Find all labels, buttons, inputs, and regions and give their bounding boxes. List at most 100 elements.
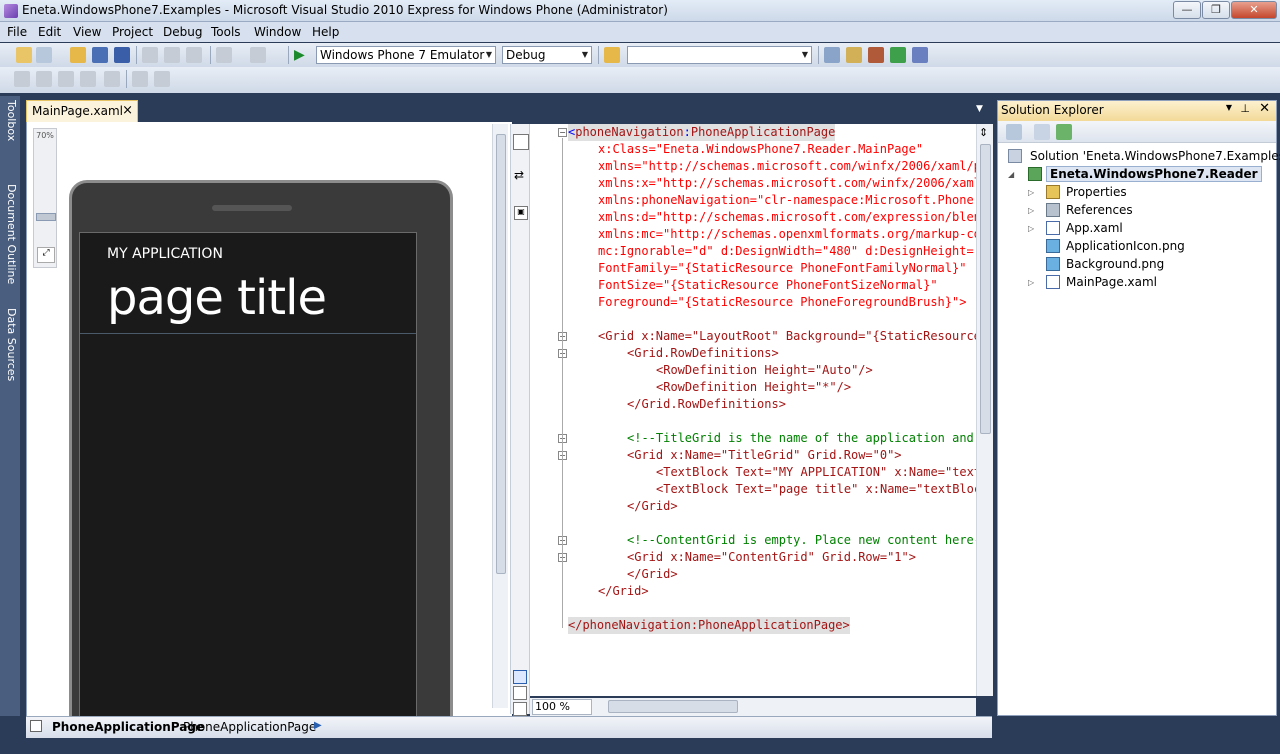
tree-project[interactable]: ◢ Eneta.WindowsPhone7.Reader [1008,165,1262,183]
editor-zoom-combo[interactable]: 100 % [532,699,592,715]
quick-info-icon[interactable] [58,71,74,87]
split-view-bar: ⇄ ▣ [510,124,530,716]
tree-item-references[interactable]: ▷ References [1028,201,1133,219]
chevron-down-icon[interactable]: ▼ [1226,103,1232,112]
vertical-split-icon[interactable] [513,670,527,684]
horizontal-scroll-thumb[interactable] [608,700,738,713]
page-title-text[interactable]: page title [107,270,327,326]
close-icon[interactable]: ✕ [1259,101,1270,116]
document-icon [30,720,42,732]
find-in-files-icon[interactable] [604,47,620,63]
menu-edit[interactable]: Edit [38,25,61,39]
chevron-right-icon[interactable]: ▶ [314,720,322,731]
menu-view[interactable]: View [73,25,101,39]
tree-item-mainpage[interactable]: ▷ MainPage.xaml [1028,273,1157,291]
maximize-button[interactable]: ❐ [1202,1,1230,19]
copy-icon[interactable] [164,47,180,63]
expand-icon[interactable]: ▷ [1028,274,1034,292]
expand-icon[interactable]: ▷ [1028,202,1034,220]
properties-icon[interactable] [846,47,862,63]
pin-icon[interactable]: ⊥ [1240,102,1250,115]
close-icon[interactable]: × [122,103,133,118]
code-line: <!--ContentGrid is empty. Place new cont… [627,533,976,547]
menu-help[interactable]: Help [312,25,339,39]
tree-item-background[interactable]: Background.png [1028,255,1164,273]
editor-vertical-scrollbar[interactable]: ⇕ [976,124,993,696]
expand-icon[interactable]: ▷ [1028,184,1034,202]
menu-project[interactable]: Project [112,25,153,39]
chevron-down-icon[interactable]: ▼ [976,104,983,114]
code-line: <Grid x:Name="LayoutRoot" Background="{S… [598,329,976,343]
properties-icon[interactable] [1006,124,1022,140]
cut-icon[interactable] [142,47,158,63]
new-project-icon[interactable] [16,47,32,63]
zoom-slider[interactable]: 70% ⤢ [33,128,57,268]
parameter-info-icon[interactable] [36,71,52,87]
tree-solution[interactable]: Solution 'Eneta.WindowsPhone7.Examples' … [1008,147,1280,165]
toolbox-icon[interactable] [868,47,884,63]
refresh-icon[interactable] [1056,124,1072,140]
redo-icon[interactable] [250,47,266,63]
code-line: mc:Ignorable="d" d:DesignWidth="480" d:D… [598,244,974,258]
add-item-icon[interactable] [36,47,52,63]
menu-tools[interactable]: Tools [211,25,241,39]
start-page-icon[interactable] [890,47,906,63]
minimize-button[interactable]: — [1173,1,1201,19]
design-surface[interactable]: 70% ⤢ MY APPLICATION page title [26,122,512,740]
solution-explorer-icon[interactable] [824,47,840,63]
tab-toolbox[interactable]: Toolbox [2,100,18,141]
complete-word-icon[interactable] [80,71,96,87]
tab-mainpage-xaml[interactable]: MainPage.xaml × [26,100,138,122]
title-bar: Eneta.WindowsPhone7.Examples - Microsoft… [0,0,1280,22]
tab-document-outline[interactable]: Document Outline [2,184,18,284]
collapse-icon[interactable]: ◢ [1008,166,1014,184]
phone-speaker [212,205,292,211]
tree-item-properties[interactable]: ▷ Properties [1028,183,1127,201]
uncomment-icon[interactable] [154,71,170,87]
configuration-combo[interactable]: Debug ▼ [502,46,592,64]
close-button[interactable]: ✕ [1231,1,1277,19]
indent-icon[interactable] [104,71,120,87]
comment-icon[interactable] [132,71,148,87]
swap-panes-icon[interactable]: ⇄ [514,168,524,182]
find-combo[interactable]: ▼ [627,46,812,64]
open-folder-icon[interactable] [70,47,86,63]
xaml-file-icon [1046,221,1060,235]
solution-explorer-header: Solution Explorer ▼ ⊥ ✕ [998,101,1276,121]
code-line: <Grid x:Name="TitleGrid" Grid.Row="0"> [627,448,902,462]
zoom-thumb[interactable] [36,213,56,221]
fit-icon[interactable]: ⤢ [37,247,55,263]
xaml-editor[interactable]: − − − − − − − <phoneNavigation:PhoneAppl… [530,124,976,696]
csharp-project-icon [1028,167,1042,181]
split-icon[interactable]: ⇕ [979,126,988,139]
app-name-text[interactable]: MY APPLICATION [107,246,223,262]
horizontal-split-icon[interactable] [513,686,527,700]
save-all-icon[interactable] [114,47,130,63]
breadcrumb-type: PhoneApplicationPage [183,720,317,734]
menu-debug[interactable]: Debug [163,25,202,39]
target-device-combo[interactable]: Windows Phone 7 Emulator ▼ [316,46,496,64]
extension-icon[interactable] [912,47,928,63]
design-view-icon[interactable] [513,134,529,150]
code-line: x:Class="Eneta.WindowsPhone7.Reader.Main… [598,142,924,156]
code-line: <TextBlock Text="page title" x:Name="tex… [656,482,976,496]
breadcrumb-current[interactable]: PhoneApplicationPage [52,720,204,734]
save-icon[interactable] [92,47,108,63]
undo-icon[interactable] [216,47,232,63]
paste-icon[interactable] [186,47,202,63]
start-debug-icon[interactable]: ▶ [294,47,310,63]
collapse-pane-icon[interactable]: ▣ [514,206,528,220]
code-line: xmlns:x="http://schemas.microsoft.com/wi… [598,176,976,190]
editor-horizontal-bar: 100 % [530,698,976,716]
tree-item-app-xaml[interactable]: ▷ App.xaml [1028,219,1123,237]
designer-scrollbar[interactable] [492,124,508,708]
menu-file[interactable]: File [7,25,27,39]
toggle-pane-icon[interactable] [513,702,527,716]
tree-item-applicationicon[interactable]: ApplicationIcon.png [1028,237,1185,255]
expand-icon[interactable]: ▷ [1028,220,1034,238]
show-all-files-icon[interactable] [1034,124,1050,140]
standard-toolbar: ▶ Windows Phone 7 Emulator ▼ Debug ▼ ▼ [0,43,1280,67]
menu-window[interactable]: Window [254,25,301,39]
list-members-icon[interactable] [14,71,30,87]
tab-data-sources[interactable]: Data Sources [2,308,18,381]
